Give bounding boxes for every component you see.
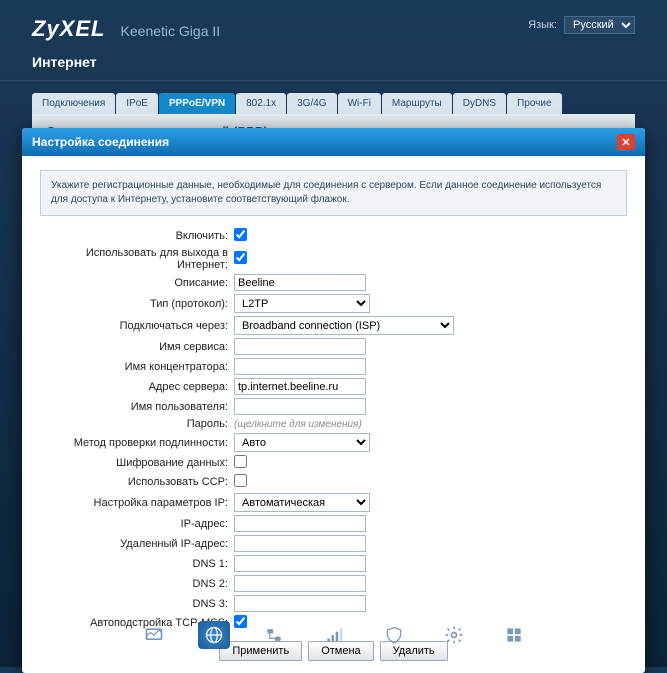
page-header: ZyXEL Keenetic Giga II Язык: Русский [0,0,667,50]
label-password: Пароль: [40,418,234,430]
tab-8021x[interactable]: 802.1x [236,93,286,114]
checkbox-use-ccp[interactable] [234,474,247,487]
tab-routes[interactable]: Маршруты [382,93,452,114]
language-select[interactable]: Русский [564,16,635,34]
select-connect-via[interactable]: Broadband connection (ISP) [234,316,454,335]
label-description: Описание: [40,277,234,289]
label-username: Имя пользователя: [40,401,234,413]
input-concentrator[interactable] [234,358,366,375]
input-server-addr[interactable] [234,378,366,395]
apps-icon[interactable] [498,621,530,649]
select-auth-method[interactable]: Авто [234,433,370,452]
label-enable: Включить: [40,230,234,242]
label-use-internet: Использовать для выхода в Интернет: [40,247,234,271]
modal-title: Настройка соединения [32,135,169,149]
language-selector: Язык: Русский [528,16,635,34]
section-title: Интернет [0,50,667,81]
label-concentrator: Имя концентратора: [40,361,234,373]
tab-3g4g[interactable]: 3G/4G [287,93,336,114]
input-description[interactable] [234,274,366,291]
input-dns2[interactable] [234,575,366,592]
select-type[interactable]: L2TP [234,294,370,313]
network-icon[interactable] [258,621,290,649]
input-ip-addr[interactable] [234,515,366,532]
info-box: Укажите регистрационные данные, необходи… [40,170,627,216]
wifi-icon[interactable] [318,621,350,649]
label-dns1: DNS 1: [40,558,234,570]
gear-icon[interactable] [438,621,470,649]
label-encrypt: Шифрование данных: [40,457,234,469]
tab-connections[interactable]: Подключения [32,93,115,114]
tab-ipoe[interactable]: IPoE [116,93,158,114]
tab-other[interactable]: Прочие [507,93,561,114]
checkbox-enable[interactable] [234,228,247,241]
label-type: Тип (протокол): [40,298,234,310]
password-hint[interactable]: (щелкните для изменения) [234,419,362,430]
label-dns3: DNS 3: [40,598,234,610]
tab-pppoe-vpn[interactable]: PPPoE/VPN [159,93,235,114]
modal-header: Настройка соединения ✕ [22,128,645,156]
input-dns3[interactable] [234,595,366,612]
tab-wifi[interactable]: Wi-Fi [338,93,381,114]
tab-bar: Подключения IPoE PPPoE/VPN 802.1x 3G/4G … [0,93,667,114]
close-icon[interactable]: ✕ [617,134,635,150]
connection-settings-modal: Настройка соединения ✕ Укажите регистрац… [22,128,645,673]
label-ip-config: Настройка параметров IP: [40,497,234,509]
input-remote-ip[interactable] [234,535,366,552]
label-connect-via: Подключаться через: [40,320,234,332]
label-remote-ip: Удаленный IP-адрес: [40,538,234,550]
globe-icon[interactable] [198,621,230,649]
input-service-name[interactable] [234,338,366,355]
label-auth-method: Метод проверки подлинности: [40,437,234,449]
checkbox-encrypt[interactable] [234,455,247,468]
label-service-name: Имя сервиса: [40,341,234,353]
select-ip-config[interactable]: Автоматическая [234,493,370,512]
shield-icon[interactable] [378,621,410,649]
modal-body: Укажите регистрационные данные, необходи… [22,156,645,673]
checkbox-use-internet[interactable] [234,251,247,264]
tab-dydns[interactable]: DyDNS [453,93,506,114]
brand-logo: ZyXEL [32,16,105,41]
model-name: Keenetic Giga II [121,23,221,39]
label-ip-addr: IP-адрес: [40,518,234,530]
label-use-ccp: Использовать CCP: [40,476,234,488]
label-dns2: DNS 2: [40,578,234,590]
input-username[interactable] [234,398,366,415]
input-dns1[interactable] [234,555,366,572]
bottom-nav [0,611,667,659]
label-server-addr: Адрес сервера: [40,381,234,393]
monitor-icon[interactable] [138,621,170,649]
